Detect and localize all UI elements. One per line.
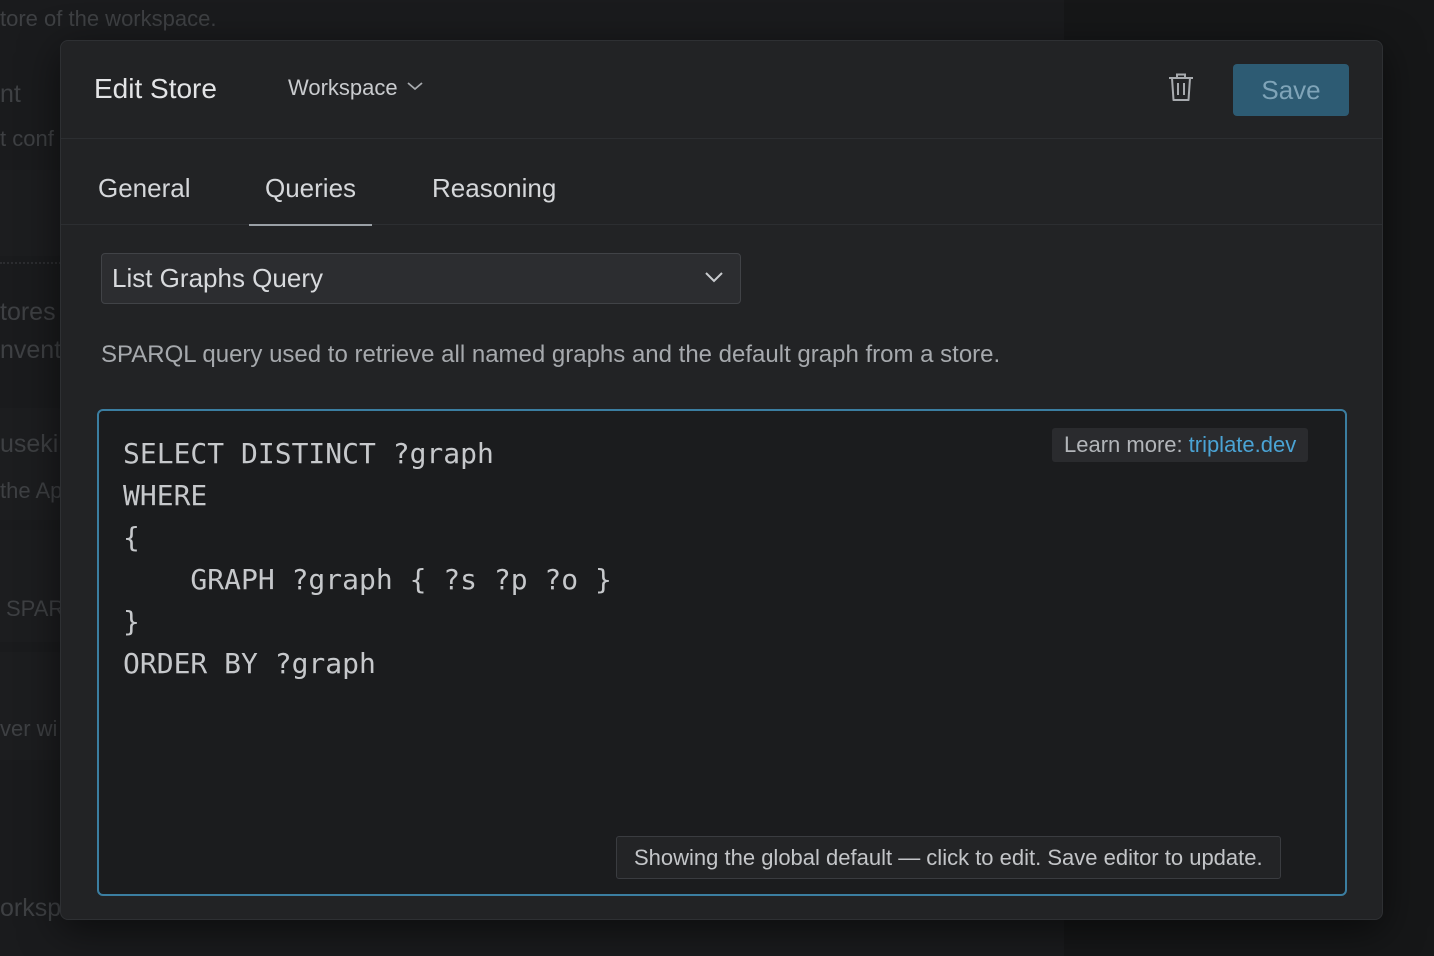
tab-general[interactable]: General (98, 139, 191, 225)
learn-more-badge: Learn more: triplate.dev (1052, 428, 1309, 462)
query-description: SPARQL query used to retrieve all named … (101, 341, 1001, 368)
chevron-down-icon (704, 270, 724, 289)
chevron-down-icon (406, 79, 424, 97)
trash-icon (1167, 71, 1195, 108)
sparql-query-editor[interactable]: SELECT DISTINCT ?graph WHERE { GRAPH ?grap… (97, 409, 1347, 896)
code-line: { (123, 521, 140, 554)
learn-more-label: Learn more: (1064, 432, 1183, 457)
background-text: the Ap (0, 478, 63, 503)
code-line: SELECT DISTINCT ?graph (123, 437, 494, 470)
query-type-select[interactable]: List Graphs Query (101, 253, 741, 304)
background-card (0, 530, 64, 642)
background-text: useki (0, 430, 59, 458)
background-text: tore of the workspace. (0, 6, 217, 31)
scope-label: Workspace (288, 75, 398, 100)
delete-store-button[interactable] (1163, 71, 1199, 107)
background-card (0, 652, 64, 760)
code-line: WHERE (123, 479, 208, 512)
triplate-docs-link[interactable]: triplate.dev (1189, 432, 1297, 458)
background-text: SPAR (6, 596, 65, 621)
global-default-hint: Showing the global default — click to ed… (616, 836, 1281, 879)
dialog-header: Edit Store Workspace Save (61, 41, 1382, 139)
workspace-scope-dropdown[interactable]: Workspace (288, 75, 424, 101)
tab-bar: General Queries Reasoning (61, 139, 1382, 226)
code-line: GRAPH ?graph { ?s ?p ?o } (123, 563, 612, 596)
background-text: ver wi (0, 716, 58, 741)
background-text: nt (0, 80, 21, 108)
query-type-selected: List Graphs Query (112, 263, 323, 293)
edit-store-dialog: Edit Store Workspace Save General Querie… (60, 40, 1383, 920)
code-content: SELECT DISTINCT ?graph WHERE { GRAPH ?grap… (123, 433, 612, 685)
save-button[interactable]: Save (1233, 64, 1349, 116)
tab-reasoning[interactable]: Reasoning (432, 139, 556, 225)
background-card (0, 170, 64, 256)
background-divider (0, 262, 64, 264)
tab-queries[interactable]: Queries (248, 139, 373, 226)
background-text: tores (0, 298, 56, 326)
code-line: ORDER BY ?graph (123, 647, 376, 680)
background-text: nvent (0, 336, 62, 364)
code-line: } (123, 605, 140, 638)
dialog-title: Edit Store (94, 73, 217, 104)
background-text: t conf (0, 126, 54, 151)
background-text: orksp (0, 894, 62, 922)
